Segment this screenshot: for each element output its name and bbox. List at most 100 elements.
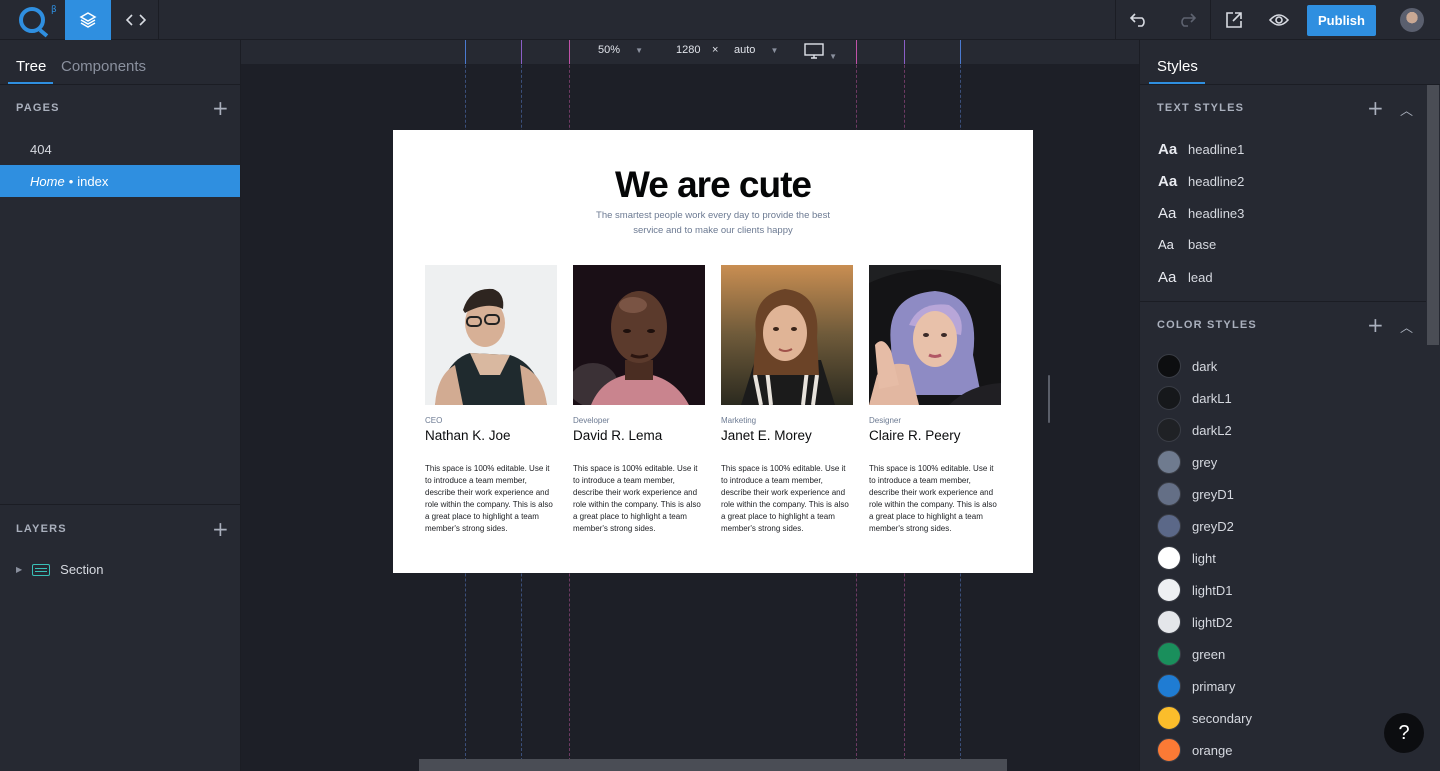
page-separator: •: [68, 173, 74, 189]
publish-button[interactable]: Publish: [1307, 5, 1376, 36]
breakpoint-marker[interactable]: [960, 40, 961, 64]
color-style-item[interactable]: lightD2: [1157, 610, 1232, 634]
expand-caret-icon[interactable]: ▶: [16, 565, 22, 574]
add-text-style-plus-icon[interactable]: +: [1367, 98, 1384, 118]
color-style-item[interactable]: grey: [1157, 450, 1217, 474]
color-style-item[interactable]: dark: [1157, 354, 1217, 378]
color-style-item[interactable]: primary: [1157, 674, 1235, 698]
help-button[interactable]: ?: [1384, 713, 1424, 753]
collapse-chevron-icon[interactable]: ︿: [1400, 100, 1413, 119]
color-style-item[interactable]: greyD2: [1157, 514, 1234, 538]
member-role[interactable]: Marketing: [721, 416, 853, 425]
member-bio[interactable]: This space is 100% editable. Use it to i…: [869, 463, 1001, 535]
app-logo[interactable]: β: [0, 0, 64, 40]
text-styles-heading: TEXT STYLES: [1157, 102, 1245, 114]
team-member-card[interactable]: CEO Nathan K. Joe This space is 100% edi…: [425, 265, 557, 535]
member-name[interactable]: Claire R. Peery: [869, 428, 1001, 443]
add-page-plus-icon[interactable]: +: [212, 98, 229, 118]
color-style-item[interactable]: light: [1157, 546, 1216, 570]
color-swatch: [1157, 450, 1181, 474]
open-external-button[interactable]: [1211, 0, 1257, 40]
color-swatch: [1157, 738, 1181, 762]
member-name[interactable]: Janet E. Morey: [721, 428, 853, 443]
color-swatch: [1157, 386, 1181, 410]
layer-label: Section: [60, 562, 104, 577]
section-subtitle[interactable]: The smartest people work every day to pr…: [588, 208, 838, 238]
member-photo[interactable]: [573, 265, 705, 405]
text-style-item[interactable]: Aa headline3: [1158, 205, 1244, 222]
color-style-item[interactable]: greyD1: [1157, 482, 1234, 506]
code-view-button[interactable]: [113, 0, 159, 40]
color-swatch: [1157, 674, 1181, 698]
layer-item-section[interactable]: ▶ Section: [16, 562, 104, 577]
toolbar-divider: [158, 0, 159, 40]
left-panel: Tree Components PAGES + 404 Home • index…: [0, 40, 241, 771]
member-bio[interactable]: This space is 100% editable. Use it to i…: [573, 463, 705, 535]
text-style-item[interactable]: Aa headline1: [1158, 141, 1244, 158]
breakpoint-marker[interactable]: [856, 40, 857, 64]
viewport-height-select[interactable]: auto ▼: [734, 44, 778, 56]
page-item-404[interactable]: 404: [0, 133, 240, 165]
layers-icon: [79, 12, 97, 28]
color-style-label: green: [1192, 646, 1226, 662]
horizontal-scrollbar[interactable]: [419, 759, 1007, 771]
team-member-card[interactable]: Designer Claire R. Peery This space is 1…: [869, 265, 1001, 535]
active-tab-indicator: [8, 82, 53, 84]
text-style-item[interactable]: Aa base: [1158, 237, 1216, 252]
member-photo[interactable]: [869, 265, 1001, 405]
breakpoint-marker[interactable]: [569, 40, 570, 64]
color-style-item[interactable]: lightD1: [1157, 578, 1232, 602]
breakpoint-marker[interactable]: [904, 40, 905, 64]
section-layer-icon: [32, 563, 51, 576]
color-style-item[interactable]: green: [1157, 642, 1225, 666]
member-role[interactable]: Developer: [573, 416, 705, 425]
text-style-label: headline2: [1188, 174, 1245, 189]
member-photo[interactable]: [721, 265, 853, 405]
page-item-index[interactable]: Home • index: [0, 165, 240, 197]
add-layer-plus-icon[interactable]: +: [212, 519, 229, 539]
breakpoint-marker[interactable]: [465, 40, 466, 64]
section-title[interactable]: We are cute: [393, 164, 1033, 206]
member-bio[interactable]: This space is 100% editable. Use it to i…: [425, 463, 557, 535]
tab-tree[interactable]: Tree: [16, 58, 46, 75]
team-member-card[interactable]: Marketing Janet E. Morey This space is 1…: [721, 265, 853, 535]
vertical-scrollbar[interactable]: [1427, 85, 1439, 345]
text-style-label: headline3: [1188, 206, 1245, 221]
frame-resize-handle[interactable]: [1048, 375, 1050, 423]
color-style-item[interactable]: darkL1: [1157, 386, 1232, 410]
page-item-label: 404: [30, 141, 52, 157]
design-canvas[interactable]: 50% ▼ 1280 × auto ▼ ▼ We are cute The sm…: [241, 40, 1139, 771]
member-photo[interactable]: [425, 265, 557, 405]
color-style-label: grey: [1192, 454, 1218, 470]
tab-styles[interactable]: Styles: [1157, 58, 1198, 75]
undo-button[interactable]: [1116, 0, 1162, 40]
device-select[interactable]: ▼: [804, 43, 837, 62]
color-style-item[interactable]: darkL2: [1157, 418, 1232, 442]
member-name[interactable]: David R. Lema: [573, 428, 705, 443]
text-style-item[interactable]: Aa headline2: [1158, 173, 1244, 190]
color-style-item[interactable]: secondary: [1157, 706, 1252, 730]
color-style-label: darkL2: [1192, 422, 1232, 438]
add-color-style-plus-icon[interactable]: +: [1367, 315, 1384, 335]
layers-button[interactable]: [65, 0, 111, 40]
preview-button[interactable]: [1256, 0, 1302, 40]
text-style-preview: Aa: [1158, 141, 1178, 158]
tab-components[interactable]: Components: [61, 58, 146, 75]
member-role[interactable]: Designer: [869, 416, 1001, 425]
user-avatar[interactable]: [1400, 8, 1424, 32]
breakpoint-marker[interactable]: [521, 40, 522, 64]
viewport-width-input[interactable]: 1280: [676, 44, 700, 56]
color-swatch: [1157, 482, 1181, 506]
member-role[interactable]: CEO: [425, 416, 557, 425]
member-bio[interactable]: This space is 100% editable. Use it to i…: [721, 463, 853, 535]
redo-button[interactable]: [1164, 0, 1210, 40]
text-style-item[interactable]: Aa lead: [1158, 269, 1213, 286]
page-preview-frame[interactable]: We are cute The smartest people work eve…: [393, 130, 1033, 573]
zoom-select[interactable]: 50% ▼: [598, 44, 643, 56]
team-member-card[interactable]: Developer David R. Lema This space is 10…: [573, 265, 705, 535]
member-name[interactable]: Nathan K. Joe: [425, 428, 557, 443]
text-style-label: headline1: [1188, 142, 1245, 157]
collapse-chevron-icon[interactable]: ︿: [1400, 317, 1413, 336]
layers-heading: LAYERS: [16, 523, 67, 535]
color-style-item[interactable]: orange: [1157, 738, 1232, 762]
